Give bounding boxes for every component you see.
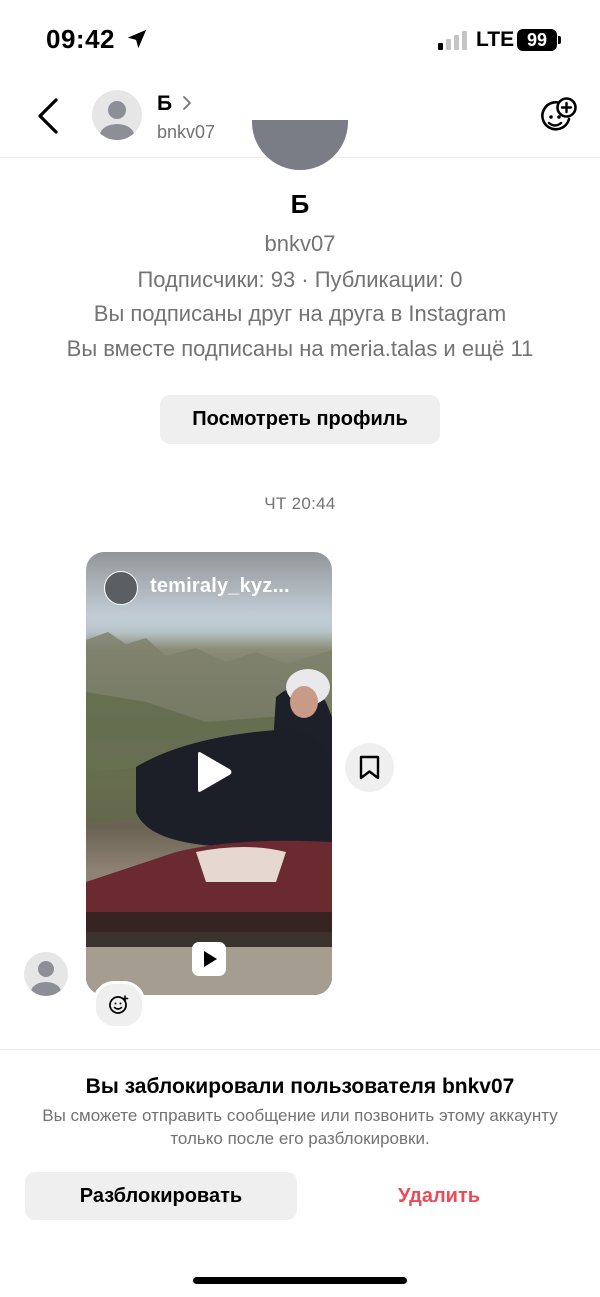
network-label: LTE <box>476 28 515 51</box>
reel-author: temiraly_kyz... <box>150 575 290 597</box>
mutual-follow-text: Вы подписаны друг на друга в Instagram <box>93 301 507 326</box>
shared-reel-card[interactable]: temiraly_kyz... <box>86 552 332 995</box>
status-time: 09:42 <box>46 24 115 54</box>
add-reaction-icon <box>109 995 129 1014</box>
unblock-button[interactable]: Разблокировать <box>25 1172 297 1220</box>
header-username[interactable]: bnkv07 <box>157 122 215 143</box>
header-name[interactable]: Б <box>157 92 172 116</box>
signal-bars-icon <box>438 31 467 50</box>
add-reaction-button[interactable] <box>93 981 145 1029</box>
profile-name: Б <box>290 189 310 219</box>
default-avatar-icon <box>100 101 134 140</box>
back-button[interactable] <box>30 96 66 136</box>
profile-stats: Подписчики: 93 · Публикации: 0 <box>137 267 463 292</box>
blocked-subtitle: Вы сможете отправить сообщение или позво… <box>42 1106 558 1148</box>
sender-avatar[interactable] <box>24 952 68 996</box>
footer-divider <box>0 1049 600 1050</box>
view-profile-button[interactable]: Посмотреть профиль <box>160 395 440 444</box>
play-icon[interactable] <box>190 750 234 794</box>
header-avatar[interactable] <box>92 90 142 140</box>
profile-username: bnkv07 <box>264 231 336 256</box>
battery-indicator: 99 <box>517 29 561 51</box>
location-arrow-icon <box>127 29 147 49</box>
delete-button[interactable]: Удалить <box>303 1172 575 1220</box>
bookmark-icon <box>359 755 380 780</box>
reel-author-avatar <box>104 571 138 605</box>
add-sticker-icon[interactable] <box>538 96 578 136</box>
profile-avatar[interactable] <box>252 120 348 170</box>
home-indicator <box>193 1277 407 1284</box>
chevron-right-icon <box>183 96 191 110</box>
common-follow-text: Вы вместе подписаны на meria.talas и ещё… <box>66 336 534 361</box>
save-reel-button[interactable] <box>345 743 394 792</box>
default-avatar-icon <box>31 961 61 996</box>
blocked-title: Вы заблокировали пользователя bnkv07 <box>85 1075 515 1098</box>
message-timestamp: ЧТ 20:44 <box>264 494 336 513</box>
reel-play-icon <box>192 942 226 976</box>
